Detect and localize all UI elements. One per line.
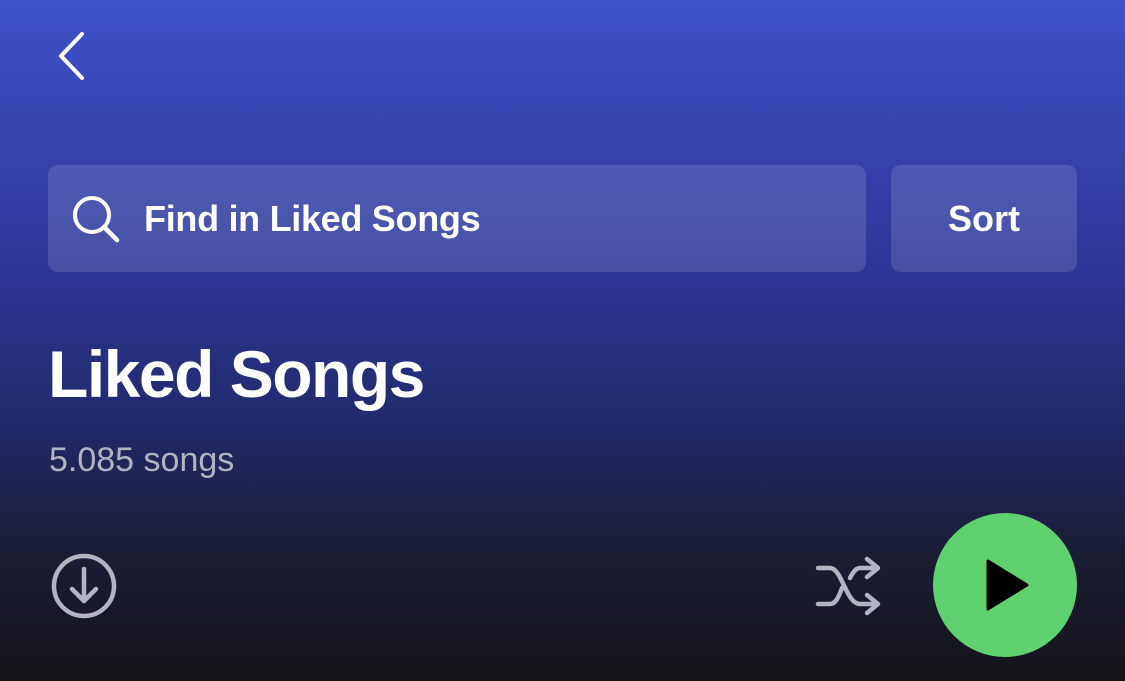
sort-button[interactable]: Sort: [891, 165, 1077, 272]
search-input[interactable]: Find in Liked Songs: [48, 165, 866, 272]
play-button[interactable]: [933, 513, 1077, 657]
back-button[interactable]: [44, 24, 100, 88]
shuffle-button[interactable]: [810, 550, 890, 622]
download-circle-icon: [51, 553, 117, 619]
play-icon: [986, 559, 1029, 611]
shuffle-icon: [815, 556, 881, 616]
chevron-left-icon: [59, 32, 84, 80]
search-placeholder: Find in Liked Songs: [144, 197, 481, 239]
search-icon: [70, 193, 122, 245]
download-button[interactable]: [48, 550, 120, 622]
song-count: 5.085 songs: [49, 441, 235, 479]
page-title: Liked Songs: [48, 337, 425, 411]
